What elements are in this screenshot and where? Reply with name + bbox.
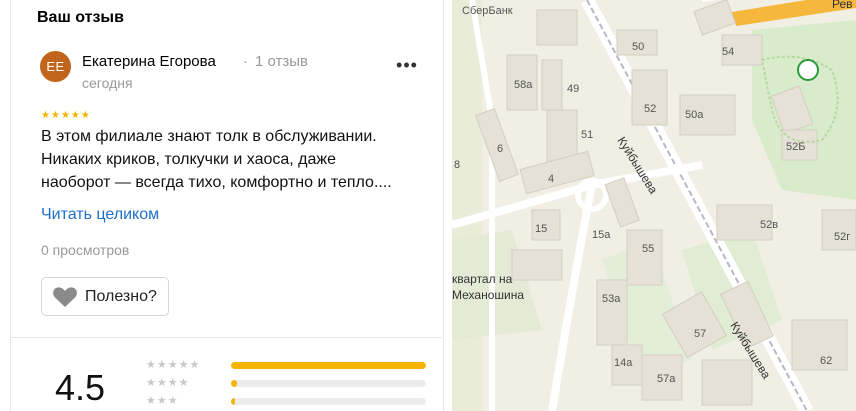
star-icon: ★ <box>70 110 80 121</box>
stars-4-label: ★★★★ <box>146 377 190 389</box>
meta-separator: · <box>243 53 248 70</box>
svg-text:квартал на: квартал на <box>452 272 513 286</box>
rating-bar-fill <box>231 362 426 369</box>
map-view[interactable]: СберБанк 50 54 58а 49 52 50а 52Б 6 51 8 … <box>452 0 856 411</box>
review-rating-stars: ★ ★ ★ ★ ★ <box>41 111 90 121</box>
svg-text:8: 8 <box>454 159 460 171</box>
svg-text:50а: 50а <box>685 109 704 121</box>
svg-text:14а: 14а <box>614 357 633 369</box>
svg-text:52Б: 52Б <box>786 141 805 153</box>
svg-text:52: 52 <box>644 103 656 115</box>
map-canvas[interactable]: СберБанк 50 54 58а 49 52 50а 52Б 6 51 8 … <box>452 0 856 411</box>
useful-button-label: Полезно? <box>85 287 157 305</box>
read-more-link[interactable]: Читать целиком <box>41 206 159 224</box>
svg-text:57: 57 <box>694 328 706 340</box>
avatar[interactable]: ЕЕ <box>40 51 71 82</box>
more-options-icon[interactable]: ••• <box>393 55 421 79</box>
rating-bar-3 <box>231 398 426 405</box>
review-text-line: наоборот — всегда тихо, комфортно и тепл… <box>41 174 392 191</box>
svg-text:50: 50 <box>632 41 644 53</box>
rating-bar-4 <box>231 380 426 387</box>
heart-icon <box>53 286 77 307</box>
rating-score: 4.5 <box>55 367 106 408</box>
star-icon: ★ <box>41 110 50 121</box>
svg-text:49: 49 <box>567 83 579 95</box>
svg-text:15а: 15а <box>592 229 611 241</box>
svg-text:6: 6 <box>497 143 503 155</box>
svg-text:Механошина: Механошина <box>452 288 524 302</box>
svg-text:52г: 52г <box>834 231 850 243</box>
svg-text:15: 15 <box>535 223 547 235</box>
rating-bar-fill <box>231 398 235 405</box>
svg-text:55: 55 <box>642 243 654 255</box>
stars-3-label: ★★★ <box>146 395 179 407</box>
stars-5-label: ★★★★★ <box>146 359 201 371</box>
section-divider <box>10 337 442 338</box>
author-review-count: 1 отзыв <box>255 53 309 70</box>
star-icon: ★ <box>80 110 90 121</box>
review-text: В этом филиале знают толк в обслуживании… <box>41 125 441 194</box>
useful-button[interactable]: Полезно? <box>41 277 169 316</box>
svg-text:СберБанк: СберБанк <box>462 5 513 17</box>
svg-text:51: 51 <box>581 129 593 141</box>
review-text-line: Никаких криков, толкучки и хаоса, даже <box>41 151 336 168</box>
review-text-line: В этом филиале знают толк в обслуживании… <box>41 128 377 145</box>
author-name[interactable]: Екатерина Егорова <box>82 53 216 70</box>
star-icon: ★ <box>50 110 60 121</box>
star-icon: ★ <box>60 110 70 121</box>
svg-text:52в: 52в <box>760 219 778 231</box>
review-date: сегодня <box>82 75 133 91</box>
svg-text:53а: 53а <box>602 293 621 305</box>
section-title: Ваш отзыв <box>37 9 124 26</box>
svg-text:54: 54 <box>722 46 734 58</box>
rating-bar-fill <box>231 380 237 387</box>
svg-text:57а: 57а <box>657 373 676 385</box>
rating-bar-5 <box>231 362 426 369</box>
svg-text:62: 62 <box>820 355 832 367</box>
svg-text:Рев: Рев <box>832 0 853 11</box>
svg-text:58а: 58а <box>514 79 533 91</box>
svg-text:4: 4 <box>548 173 554 185</box>
review-panel: Ваш отзыв ЕЕ Екатерина Егорова · 1 отзыв… <box>0 0 452 411</box>
views-count: 0 просмотров <box>41 242 130 258</box>
